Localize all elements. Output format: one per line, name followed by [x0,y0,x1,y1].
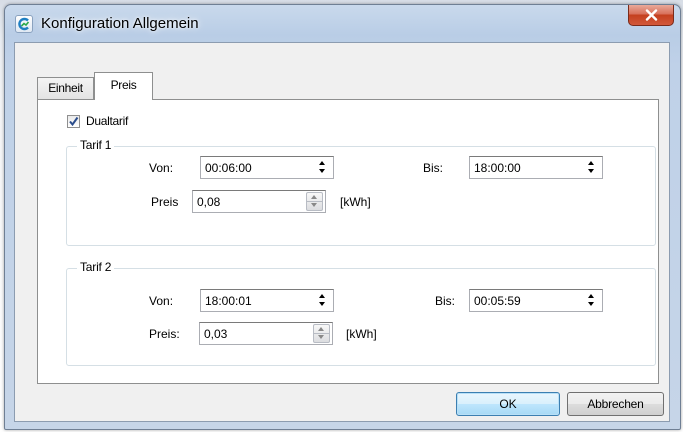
tarif2-preis-stepper[interactable] [199,322,333,345]
tarif2-preis-input[interactable] [200,323,310,344]
dialog-window: Konfiguration Allgemein Einheit Preis Du… [4,4,681,430]
dualtarif-checkbox[interactable] [67,115,80,128]
window-title: Konfiguration Allgemein [41,15,199,32]
tarif2-bis-spinner[interactable] [583,291,600,310]
cancel-button[interactable]: Abbrechen [567,392,664,416]
tarif2-preis-label: Preis: [149,327,180,341]
tarif1-von-input[interactable] [201,157,311,178]
tab-einheit[interactable]: Einheit [37,77,94,99]
tarif2-preis-spinner[interactable] [313,324,330,343]
spin-down-icon[interactable] [318,335,324,339]
tarif1-preis-stepper[interactable] [192,190,326,213]
tarif2-bis-input[interactable] [470,290,580,311]
spin-up-icon[interactable] [588,294,594,298]
spin-down-icon[interactable] [588,302,594,306]
tarif2-von-spinner[interactable] [314,291,331,310]
tarif1-legend: Tarif 1 [77,138,115,152]
spin-up-icon[interactable] [319,161,325,165]
spin-up-icon[interactable] [318,327,324,331]
tarif1-unit-label: [kWh] [340,195,371,209]
app-logo-icon [15,15,33,33]
spin-up-icon[interactable] [319,294,325,298]
tarif1-group: Tarif 1 Von: Bis: Prei [66,138,656,246]
spin-down-icon[interactable] [311,203,317,207]
tarif1-bis-time-picker[interactable] [469,156,603,179]
spin-down-icon[interactable] [319,169,325,173]
spinner-divider [314,333,329,334]
dialog-client-area: Einheit Preis Dualtarif Tarif 1 Von: 00:… [14,42,670,422]
tarif1-preis-spinner[interactable] [306,192,323,211]
tarif1-von-spinner[interactable] [314,158,331,177]
tarif2-bis-time-picker[interactable] [469,289,603,312]
tarif1-preis-input[interactable] [193,191,303,212]
tarif1-von-time-picker[interactable] [200,156,334,179]
tarif2-bis-label: Bis: [435,294,456,308]
title-bar[interactable]: Konfiguration Allgemein [5,5,680,39]
tarif1-bis-spinner[interactable] [583,158,600,177]
checkmark-icon [69,116,79,127]
tarif2-legend: Tarif 2 [77,260,115,274]
tarif2-von-time-picker[interactable] [200,289,334,312]
spinner-divider [307,201,322,202]
tarif2-von-input[interactable] [201,290,311,311]
spin-down-icon[interactable] [588,169,594,173]
close-icon [645,9,658,21]
tab-preis[interactable]: Preis [94,72,153,100]
tarif1-bis-input[interactable] [470,157,580,178]
tarif1-preis-label: Preis [151,195,179,209]
tarif2-group: Tarif 2 Von: Bis: Prei [66,260,656,366]
dualtarif-label: Dualtarif [86,114,128,128]
spin-down-icon[interactable] [319,302,325,306]
tarif1-von-label: Von: [149,161,174,175]
tab-page-preis: Dualtarif Tarif 1 Von: Bis: [37,99,659,384]
spin-up-icon[interactable] [588,161,594,165]
spin-up-icon[interactable] [311,195,317,199]
close-button[interactable] [628,5,674,26]
tarif1-bis-label: Bis: [423,161,444,175]
tarif2-unit-label: [kWh] [346,327,377,341]
ok-button[interactable]: OK [456,392,560,416]
tarif2-von-label: Von: [149,294,174,308]
